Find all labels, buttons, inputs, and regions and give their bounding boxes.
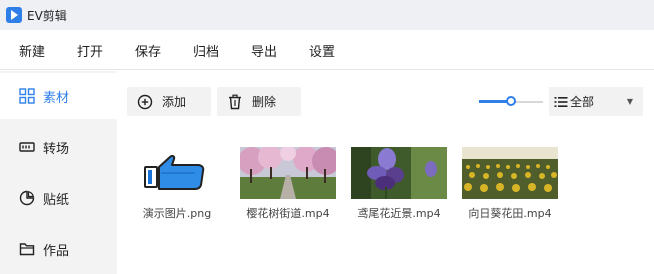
filter-selected-value: 全部 xyxy=(570,95,595,109)
iris-video-thumbnail xyxy=(351,147,447,199)
menu-settings[interactable]: 设置 xyxy=(309,41,335,60)
sticker-icon xyxy=(19,190,35,206)
sidebar: 素材 转场 贴纸 作品 xyxy=(0,71,117,274)
media-item-name: 鸢尾花近景.mp4 xyxy=(357,207,441,220)
add-button-label: 添加 xyxy=(162,95,187,109)
list-icon xyxy=(554,96,568,107)
sidebar-item-materials[interactable]: 素材 xyxy=(0,73,117,119)
thumbs-up-image-thumbnail xyxy=(129,147,225,199)
media-item-name: 樱花树街道.mp4 xyxy=(246,207,330,220)
media-item[interactable]: 向日葵花田.mp4 xyxy=(462,147,558,220)
sidebar-item-works[interactable]: 作品 xyxy=(0,226,117,272)
sunflower-field-video-thumbnail xyxy=(462,147,558,199)
app-logo-icon xyxy=(6,7,22,23)
zoom-slider[interactable] xyxy=(479,96,543,108)
cherry-blossom-video-thumbnail xyxy=(238,145,340,199)
filter-dropdown[interactable]: 全部 ▼ xyxy=(549,87,643,116)
media-item[interactable]: 樱花树街道.mp4 xyxy=(238,145,340,220)
add-circle-icon xyxy=(137,94,153,109)
sidebar-item-label: 素材 xyxy=(43,90,70,106)
menu-archive[interactable]: 归档 xyxy=(193,41,219,60)
grid-icon xyxy=(19,88,35,104)
sidebar-item-label: 转场 xyxy=(43,141,70,157)
app-window: EV剪辑 新建 打开 保存 归档 导出 设置 素材 转场 贴纸 作品 添加 删除… xyxy=(0,0,654,274)
sidebar-item-stickers[interactable]: 贴纸 xyxy=(0,175,117,221)
sidebar-item-label: 贴纸 xyxy=(43,192,70,208)
zoom-slider-handle[interactable] xyxy=(506,96,516,106)
media-item-name: 演示图片.png xyxy=(142,207,212,220)
app-title: EV剪辑 xyxy=(27,8,67,23)
delete-button[interactable]: 删除 xyxy=(217,87,301,116)
add-button[interactable]: 添加 xyxy=(127,87,211,116)
delete-button-label: 删除 xyxy=(252,95,277,109)
chevron-down-icon: ▼ xyxy=(626,97,633,106)
folder-icon xyxy=(19,243,35,256)
menu-bar: 新建 打开 保存 归档 导出 设置 xyxy=(0,30,654,70)
sidebar-item-transitions[interactable]: 转场 xyxy=(0,124,117,170)
menu-new[interactable]: 新建 xyxy=(19,41,45,60)
title-bar: EV剪辑 xyxy=(0,0,654,30)
menu-export[interactable]: 导出 xyxy=(251,41,277,60)
media-item[interactable]: 演示图片.png xyxy=(129,147,225,220)
media-item-name: 向日葵花田.mp4 xyxy=(468,207,552,220)
media-item[interactable]: 鸢尾花近景.mp4 xyxy=(351,147,447,220)
menu-open[interactable]: 打开 xyxy=(77,41,103,60)
trash-icon xyxy=(229,94,241,109)
transition-icon xyxy=(19,142,35,152)
sidebar-item-label: 作品 xyxy=(43,243,70,259)
menu-save[interactable]: 保存 xyxy=(135,41,161,60)
